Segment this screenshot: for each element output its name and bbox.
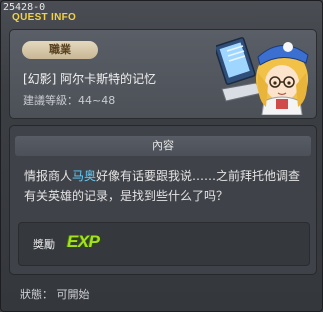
quest-name: [幻影] 阿尔卡斯特的记忆 (23, 72, 157, 86)
quest-description: 情报商人马奥好像有话要跟我说……之前拜托他调查有关英雄的记录，是找到些什么了吗？ (24, 166, 308, 206)
reward-label: 獎勵 (33, 238, 55, 251)
quest-category-tag: 職業 (22, 41, 98, 59)
level-value: 44~48 (78, 94, 116, 107)
quest-summary-panel: 職業 [幻影] 阿尔卡斯特的记忆 建議等級：44~48 (9, 29, 317, 119)
window-title: QUEST INFO (12, 12, 77, 23)
content-panel: 內容 情报商人马奥好像有话要跟我说……之前拜托他调查有关英雄的记录，是找到些什么… (9, 125, 317, 275)
recommended-level: 建議等級：44~48 (23, 92, 115, 108)
npc-name-link[interactable]: 马奥 (72, 169, 96, 183)
npc-portrait-icon (216, 37, 309, 115)
quest-info-window: 25428-0 QUEST INFO 職業 [幻影] 阿尔卡斯特的记忆 建議等級… (0, 0, 323, 312)
description-prefix: 情报商人 (24, 169, 73, 183)
level-label: 建議等級： (23, 94, 78, 107)
reward-box: 獎勵 EXP (18, 222, 310, 266)
content-header: 內容 (15, 136, 311, 156)
quest-status: 狀態： 可開始 (20, 288, 90, 301)
exp-icon: EXP (67, 232, 100, 251)
